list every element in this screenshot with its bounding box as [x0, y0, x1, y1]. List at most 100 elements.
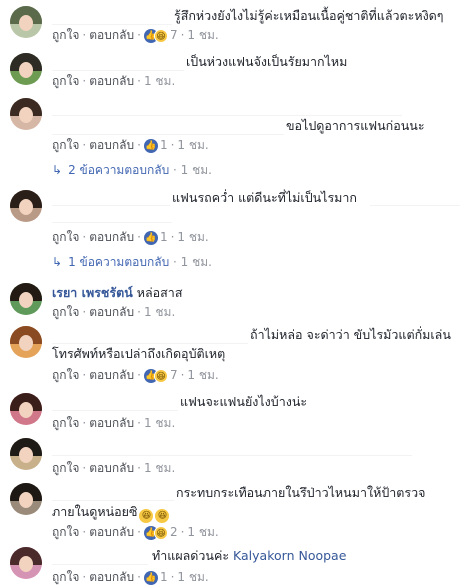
like-button[interactable]: ถูกใจ: [52, 138, 79, 152]
replies-time: 1 ชม.: [180, 255, 212, 269]
comment-actions: ถูกใจ · ตอบกลับ · 👍 1 · 1 ชม.: [52, 230, 209, 245]
comment-time[interactable]: 1 ชม.: [177, 570, 208, 584]
comment-actions: ถูกใจ · ตอบกลับ · 1 ชม.: [52, 416, 176, 430]
like-button[interactable]: ถูกใจ: [52, 74, 79, 88]
reaction-count[interactable]: 1: [160, 570, 168, 584]
reply-button[interactable]: ตอบกลับ: [89, 570, 134, 584]
comment-time[interactable]: 1 ชม.: [144, 74, 175, 88]
comment-text: ขอไปดูอาการแฟนก่อนนะ: [286, 118, 425, 133]
comment-time[interactable]: 1 ชม.: [144, 305, 175, 319]
reaction-count[interactable]: 7: [170, 368, 178, 382]
redacted-name: [52, 484, 174, 501]
redacted-name: [52, 394, 178, 411]
redacted-name: [52, 118, 284, 135]
haha-reaction-icon[interactable]: 😆: [153, 368, 168, 383]
redacted-name: [52, 439, 412, 456]
like-button[interactable]: ถูกใจ: [52, 28, 79, 42]
avatar[interactable]: [10, 483, 42, 515]
redacted-name: [52, 99, 402, 116]
comment: เป็นห่วงแฟนจังเป็นรัยมากไหม ถูกใจ · ตอบกลั…: [0, 48, 465, 93]
like-button[interactable]: ถูกใจ: [52, 368, 79, 382]
tagged-user-link[interactable]: Kalyakorn Noopae: [233, 548, 346, 563]
comment: ทำแผลด่วนค่ะ Kalyakorn Noopae ถูกใจ · ตอบก…: [0, 544, 465, 587]
like-button[interactable]: ถูกใจ: [52, 570, 79, 584]
like-button[interactable]: ถูกใจ: [52, 461, 79, 475]
redacted-name: [52, 8, 172, 25]
comment: ถ้าไม่หล่อ จะด่าว่า ขับไรมัวแต่กั่มเล่น …: [0, 322, 465, 390]
comment: แฟนรถคว่ำ แต่ดีนะที่ไม่เป็นไรมาก ถูกใจ · ต…: [0, 183, 465, 280]
comment-actions: ถูกใจ · ตอบกลับ · 👍😆 2 · 1 ชม.: [52, 525, 219, 540]
avatar[interactable]: [10, 53, 42, 85]
comment-actions: ถูกใจ · ตอบกลับ · 1 ชม.: [52, 305, 176, 319]
reply-button[interactable]: ตอบกลับ: [89, 525, 134, 539]
commenter-name[interactable]: เรยา เพรชรัตน์: [52, 285, 133, 300]
like-reaction-icon[interactable]: 👍: [143, 230, 158, 245]
avatar[interactable]: [10, 547, 42, 579]
like-reaction-icon[interactable]: 👍: [143, 570, 158, 585]
comment-text-line2: ภายในดูหน่อยซิ 😆 😆: [52, 503, 170, 523]
like-button[interactable]: ถูกใจ: [52, 416, 79, 430]
replies-time: 1 ชม.: [180, 163, 212, 177]
comment-actions: ถูกใจ · ตอบกลับ · 👍 1 · 1 ชม.: [52, 570, 209, 585]
reply-arrow-icon: ↳: [52, 255, 63, 269]
comment-text: เป็นห่วงแฟนจังเป็นรัยมากไหม: [186, 54, 348, 69]
haha-reaction-icon[interactable]: 😆: [153, 28, 168, 43]
comment: แฟนจะแฟนยังไงบ้างน่ะ ถูกใจ · ตอบกลับ · 1 ชม.: [0, 390, 465, 434]
grinning-emoji-icon: 😆: [139, 509, 154, 523]
redacted-text: [370, 189, 460, 206]
comment-text: แฟนรถคว่ำ แต่ดีนะที่ไม่เป็นไรมาก: [172, 190, 358, 205]
comment-actions: ถูกใจ · ตอบกลับ · 1 ชม.: [52, 461, 176, 475]
comment-time[interactable]: 1 ชม.: [187, 28, 218, 42]
reply-button[interactable]: ตอบกลับ: [89, 416, 134, 430]
reply-button[interactable]: ตอบกลับ: [89, 74, 134, 88]
reaction-count[interactable]: 7: [170, 28, 178, 42]
like-button[interactable]: ถูกใจ: [52, 230, 79, 244]
redacted-name: [52, 548, 148, 565]
comment-text: แฟนจะแฟนยังไงบ้างน่ะ: [180, 394, 308, 409]
comment-time[interactable]: 1 ชม.: [177, 230, 208, 244]
reply-button[interactable]: ตอบกลับ: [89, 368, 134, 382]
comment-actions: ถูกใจ · ตอบกลับ · 👍😆 7 · 1 ชม.: [52, 28, 219, 43]
reply-button[interactable]: ตอบกลับ: [89, 28, 134, 42]
view-replies[interactable]: ↳ 2 ข้อความตอบกลับ · 1 ชม.: [52, 162, 212, 178]
comment-text: ทำแผลด่วนค่ะ Kalyakorn Noopae: [152, 548, 347, 563]
avatar[interactable]: [10, 393, 42, 425]
avatar[interactable]: [10, 326, 42, 358]
comment: รู้สึกห่วงยังไงไม่รู้ค่ะเหมือนเนื้อคู่ชา…: [0, 0, 465, 48]
comment-text: กระทบกระเทือนภายในรึป่าวไหนมาให้ป้าตรวจ: [176, 485, 426, 500]
avatar[interactable]: [10, 98, 42, 130]
comment: ขอไปดูอาการแฟนก่อนนะ ถูกใจ · ตอบกลับ · 👍 1 · 1 …: [0, 93, 465, 183]
comment-time[interactable]: 1 ชม.: [187, 368, 218, 382]
like-reaction-icon[interactable]: 👍: [143, 138, 158, 153]
avatar[interactable]: [10, 283, 42, 315]
redacted-name: [52, 54, 184, 71]
comment-actions: ถูกใจ · ตอบกลับ · 1 ชม.: [52, 74, 176, 88]
comment-actions: ถูกใจ · ตอบกลับ · 👍😆 7 · 1 ชม.: [52, 368, 219, 383]
comment-text: รู้สึกห่วงยังไงไม่รู้ค่ะเหมือนเนื้อคู่ชา…: [174, 8, 444, 23]
comment: เรยา เพรชรัตน์ หล่อสาส ถูกใจ · ตอบกลับ · 1 ช…: [0, 280, 465, 322]
comment-time[interactable]: 1 ชม.: [144, 461, 175, 475]
avatar[interactable]: [10, 438, 42, 470]
reply-button[interactable]: ตอบกลับ: [89, 230, 134, 244]
comment-time[interactable]: 1 ชม.: [177, 138, 208, 152]
reaction-count[interactable]: 1: [160, 230, 168, 244]
like-button[interactable]: ถูกใจ: [52, 305, 79, 319]
grinning-emoji-icon: 😆: [155, 509, 170, 523]
replies-link[interactable]: 1 ข้อความตอบกลับ: [68, 255, 169, 269]
reply-button[interactable]: ตอบกลับ: [89, 305, 134, 319]
like-button[interactable]: ถูกใจ: [52, 525, 79, 539]
avatar[interactable]: [10, 190, 42, 222]
reply-button[interactable]: ตอบกลับ: [89, 461, 134, 475]
comment-body: หล่อสาส: [136, 285, 183, 300]
comment-time[interactable]: 1 ชม.: [144, 416, 175, 430]
view-replies[interactable]: ↳ 1 ข้อความตอบกลับ · 1 ชม.: [52, 254, 212, 270]
haha-reaction-icon[interactable]: 😆: [153, 525, 168, 540]
reply-button[interactable]: ตอบกลับ: [89, 138, 134, 152]
reaction-count[interactable]: 2: [170, 525, 178, 539]
replies-link[interactable]: 2 ข้อความตอบกลับ: [68, 163, 169, 177]
reaction-count[interactable]: 1: [160, 138, 168, 152]
comment-time[interactable]: 1 ชม.: [187, 525, 218, 539]
avatar[interactable]: [10, 6, 42, 38]
comment-text: เรยา เพรชรัตน์ หล่อสาส: [52, 284, 182, 301]
redacted-text: [52, 206, 172, 223]
